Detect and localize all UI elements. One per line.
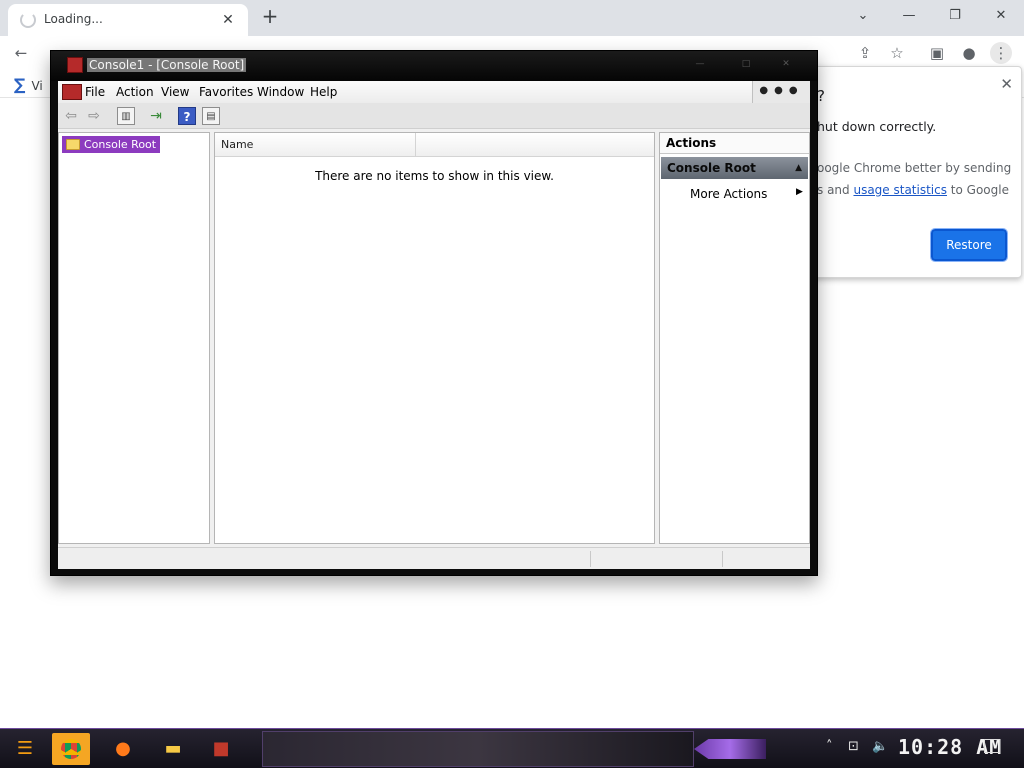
result-list-pane: Name There are no items to show in this … — [214, 132, 655, 544]
column-name-header[interactable]: Name — [215, 133, 416, 157]
mmc-window: Console1 - [Console Root] — □ ✕ File Act… — [50, 50, 818, 576]
mmc-title: Console1 - [Console Root] — [87, 58, 247, 72]
start-icon[interactable]: ☰ — [6, 733, 44, 765]
mmc-statusbar — [58, 547, 810, 569]
help-icon[interactable]: ? — [178, 107, 196, 125]
new-tab-button[interactable]: + — [258, 4, 282, 28]
mmc-body: File Action View Favorites Window Help ●… — [58, 81, 810, 569]
back-arrow-icon[interactable]: ⇦ — [62, 107, 80, 125]
back-icon[interactable]: ← — [10, 42, 32, 64]
mmc-minimize-button[interactable]: — — [685, 59, 715, 73]
volume-icon[interactable]: 🔈 — [872, 739, 888, 754]
network-icon[interactable]: ⊡ — [848, 739, 859, 754]
tree-item-label: Console Root — [84, 138, 157, 151]
folder-icon — [66, 139, 80, 150]
empty-list-message: There are no items to show in this view. — [315, 169, 554, 183]
menu-file[interactable]: File — [85, 85, 105, 99]
mmc-taskbar-icon[interactable]: ■ — [202, 733, 240, 765]
actions-header: Actions — [660, 133, 809, 154]
popup-heading: ? — [817, 87, 825, 105]
mmc-maximize-button[interactable]: □ — [731, 59, 761, 73]
share-icon[interactable]: ⇪ — [854, 42, 876, 64]
restore-pages-popup: ✕ ? hut down correctly. oogle Chrome bet… — [800, 66, 1022, 278]
sidepanel-icon[interactable]: ▣ — [926, 42, 948, 64]
bookmark-item[interactable]: ∑ Vi — [14, 75, 43, 94]
more-actions-item[interactable]: More Actions — [690, 187, 767, 201]
popup-text-fragment: s and — [817, 183, 854, 197]
profile-icon[interactable]: ● — [958, 42, 980, 64]
tab-title: Loading... — [44, 12, 103, 26]
popup-message: hut down correctly. — [817, 119, 937, 134]
tab-loading[interactable]: Loading... ✕ — [8, 4, 248, 36]
actions-group-label: Console Root — [667, 161, 756, 175]
submenu-arrow-icon: ▶ — [796, 187, 803, 197]
loading-spinner-icon — [20, 12, 36, 28]
show-hidden-icons-icon[interactable]: ˄ — [826, 739, 833, 754]
chrome-tabstrip: Loading... ✕ + ⌄ — ❐ ✕ — [0, 0, 1024, 36]
menu-favorites[interactable]: Favorites — [199, 85, 253, 99]
popup-usage-text-2: s and usage statistics to Google — [817, 183, 1009, 197]
forward-arrow-icon[interactable]: ⇨ — [85, 107, 103, 125]
restore-button[interactable]: Restore — [930, 228, 1008, 262]
list-column-header: Name — [215, 133, 654, 157]
status-divider — [590, 551, 591, 567]
maximize-button[interactable]: ❐ — [932, 0, 978, 32]
actions-group-console-root[interactable]: Console Root ▲ — [661, 157, 808, 179]
minimize-button[interactable]: — — [886, 0, 932, 32]
menu-action[interactable]: Action — [116, 85, 154, 99]
show-hide-action-pane-icon[interactable]: ▤ — [202, 107, 220, 125]
tab-search-button[interactable]: ⌄ — [840, 0, 886, 32]
taskbar-preview-strip — [262, 731, 694, 767]
mmc-system-menu-icon[interactable] — [62, 84, 82, 100]
folder-icon[interactable]: ▬ — [154, 733, 192, 765]
show-hide-tree-icon[interactable]: ▥ — [117, 107, 135, 125]
close-window-button[interactable]: ✕ — [978, 0, 1024, 32]
star-icon[interactable]: ☆ — [886, 42, 908, 64]
popup-close-icon[interactable]: ✕ — [1000, 75, 1013, 93]
export-list-icon[interactable]: ⇥ — [147, 107, 165, 125]
menu-view[interactable]: View — [161, 85, 189, 99]
taskbar-decoration — [694, 739, 766, 759]
collapse-triangle-icon[interactable]: ▲ — [795, 157, 802, 179]
mmc-menubar: File Action View Favorites Window Help ●… — [58, 81, 810, 103]
mmc-icon — [67, 57, 83, 73]
usage-statistics-link[interactable]: usage statistics — [853, 183, 947, 197]
sigma-icon: ∑ — [14, 75, 26, 94]
tab-close-button[interactable]: ✕ — [216, 8, 240, 32]
tree-item-console-root[interactable]: Console Root — [62, 136, 161, 153]
popup-usage-text: oogle Chrome better by sending — [817, 161, 1012, 175]
window-controls-icon[interactable]: ●●● — [752, 81, 810, 103]
status-divider-2 — [722, 551, 723, 567]
chrome-icon[interactable] — [52, 733, 90, 765]
mmc-toolbar: ⇦ ⇨ ▥ ⇥ ? ▤ — [58, 103, 810, 129]
scope-tree-pane: Console Root — [58, 132, 210, 544]
actions-pane: Actions Console Root ▲ More Actions ▶ — [659, 132, 810, 544]
firefox-icon[interactable]: ● — [104, 733, 142, 765]
menu-icon[interactable]: ⋮ — [990, 42, 1012, 64]
mmc-titlebar[interactable]: Console1 - [Console Root] — □ ✕ — [51, 51, 817, 81]
mmc-close-button[interactable]: ✕ — [771, 59, 801, 73]
popup-text-fragment-2: to Google — [946, 183, 1009, 197]
desktop: Loading... ✕ + ⌄ — ❐ ✕ ← ⇪ ☆ ▣ ● ⋮ ∑ Vi ✕… — [0, 0, 1024, 768]
notification-icon[interactable] — [984, 739, 1000, 753]
menu-window[interactable]: Window — [257, 85, 304, 99]
taskbar: ☰ ● ▬ ■ ˄ ⊡ 🔈 10:28 AM — [0, 728, 1024, 768]
menu-help[interactable]: Help — [310, 85, 337, 99]
bookmark-label: Vi — [31, 79, 43, 93]
